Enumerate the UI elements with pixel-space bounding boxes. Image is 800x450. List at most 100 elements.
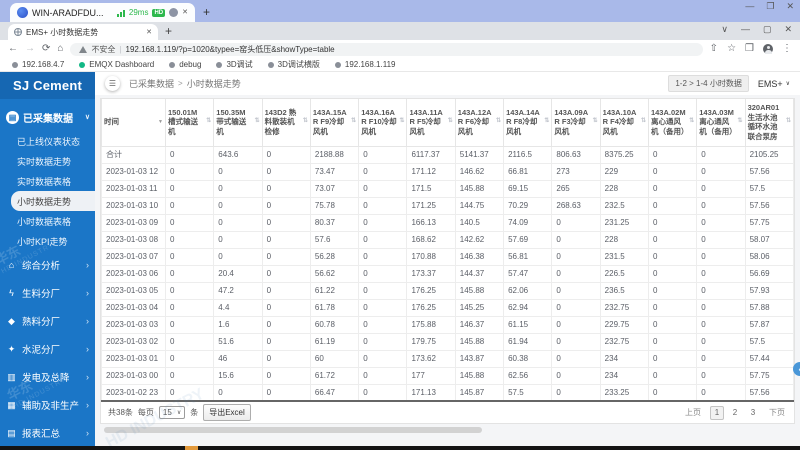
sort-icon[interactable]	[544, 118, 549, 126]
page-number-button[interactable]: 1	[710, 405, 724, 420]
sort-icon[interactable]	[689, 118, 694, 126]
sort-icon[interactable]	[255, 118, 260, 126]
browser-menu-icon[interactable]	[782, 44, 792, 54]
account-dropdown[interactable]: EMS+	[758, 79, 790, 89]
bookmark-item[interactable]: 192.168.1.119	[334, 60, 395, 69]
bookmark-item[interactable]: EMQX Dashboard	[79, 60, 154, 69]
column-header[interactable]: 143A.15AR F9冷却风机	[309, 99, 360, 147]
next-page-button[interactable]: 下页	[767, 407, 787, 418]
value-cell: 0	[261, 196, 311, 215]
value-cell: 0	[261, 366, 311, 385]
sidebar-subitem-item[interactable]: 小时KPI走势	[0, 231, 95, 251]
column-header-time[interactable]: 时间	[101, 99, 166, 147]
forward-icon[interactable]	[25, 44, 35, 54]
column-header[interactable]: 143A.16AR F10冷却风机	[358, 99, 408, 147]
column-header[interactable]: 150.01M 槽式输送机	[164, 99, 215, 147]
remote-new-tab-button[interactable]	[203, 6, 210, 18]
value-cell: 0	[358, 349, 408, 368]
sort-icon[interactable]	[303, 118, 308, 126]
browser-tab-close-icon[interactable]	[146, 29, 152, 36]
bookmark-item[interactable]: 3D调试横版	[267, 59, 320, 70]
breadcrumb-parent[interactable]: 已采集数据	[129, 77, 174, 90]
sidebar-subitem-item[interactable]: 实时数据走势	[0, 151, 95, 171]
sidebar-collapse-button[interactable]	[793, 362, 800, 376]
sidebar-section-item[interactable]: ▥ 发电及总降	[0, 363, 95, 391]
sort-icon[interactable]	[448, 118, 453, 126]
time-header-label: 时间	[104, 117, 119, 127]
sort-icon[interactable]	[593, 118, 598, 126]
window-minimize-button[interactable]	[741, 25, 750, 34]
column-header[interactable]: 143A.09AR F3冷却风机	[551, 99, 601, 147]
remote-restore-button[interactable]	[766, 2, 774, 11]
sidebar-subitem-item[interactable]: 小时数据表格	[0, 211, 95, 231]
value-cell: 0	[647, 383, 698, 402]
browser-new-tab-button[interactable]	[165, 25, 172, 37]
column-header[interactable]: 143A.12AR F6冷却风机	[454, 99, 505, 147]
value-cell: 145.25	[454, 298, 505, 317]
bookmark-item[interactable]: 192.168.4.7	[12, 60, 64, 69]
sidebar: SJ Cement 已采集数据 已上线仪表状态实时数据走势实时数据表格小时数据走…	[0, 72, 95, 446]
url-input[interactable]: 不安全 | 192.168.1.119/?p=1020&typee=窑头低压&s…	[70, 42, 703, 56]
column-header[interactable]: 143A.14AR F8冷却风机	[503, 99, 553, 147]
page-number-button[interactable]: 2	[728, 406, 742, 420]
share-icon[interactable]	[710, 44, 718, 54]
breadcrumb-separator: >	[178, 79, 183, 88]
side-panel-icon[interactable]	[745, 44, 754, 54]
sort-icon[interactable]	[786, 118, 791, 126]
sidebar-section-item[interactable]: ▤ 报表汇总	[0, 419, 95, 446]
sort-icon[interactable]	[738, 118, 743, 126]
column-header[interactable]: 143D2 熟料散装机检修	[261, 99, 311, 147]
column-header[interactable]: 143A.03M 离心通风机（备用）	[696, 99, 746, 147]
column-header[interactable]: 143A.11AR F5冷却风机	[406, 99, 456, 147]
export-excel-button[interactable]: 导出Excel	[203, 404, 251, 421]
column-header[interactable]: 143A.10AR F4冷却风机	[599, 99, 649, 147]
sort-icon[interactable]	[351, 118, 356, 126]
home-icon[interactable]	[57, 44, 63, 54]
value-cell: 177	[406, 366, 456, 385]
sidebar-section-label: 熟料分厂	[22, 317, 61, 328]
window-close-button[interactable]	[784, 25, 792, 34]
account-label: EMS+	[757, 78, 783, 89]
sidebar-section-item[interactable]: ▦ 辅助及非生产	[0, 391, 95, 419]
sidebar-section-item[interactable]: ✦ 水泥分厂	[0, 335, 95, 363]
value-cell: 146.37	[454, 315, 505, 334]
filter-caret-icon[interactable]	[158, 119, 163, 126]
column-header[interactable]: 143A.02M 离心通风机（备用）	[647, 99, 698, 147]
data-range-chip[interactable]: 1-2 > 1-4 小时数据	[668, 75, 749, 92]
sort-icon[interactable]	[399, 118, 404, 126]
value-cell: 0	[261, 332, 311, 351]
sidebar-subitem-item[interactable]: 已上线仪表状态	[0, 131, 95, 151]
remote-session-tab[interactable]: WIN-ARADFDU... 29ms HD	[10, 3, 195, 22]
value-cell: 57.6	[309, 230, 360, 249]
window-search-tabs-icon[interactable]	[721, 25, 728, 34]
sidebar-section-item[interactable]: ⌂ 综合分析	[0, 251, 95, 279]
remote-close-button[interactable]	[786, 2, 794, 11]
reload-icon[interactable]	[42, 44, 50, 54]
bookmark-item[interactable]: 3D调试	[216, 59, 253, 70]
profile-avatar[interactable]	[763, 44, 773, 54]
sort-icon[interactable]	[496, 118, 501, 126]
prev-page-button[interactable]: 上页	[683, 407, 703, 418]
page-size-select[interactable]: 15	[158, 406, 186, 419]
remote-tab-close-icon[interactable]	[182, 9, 188, 16]
value-cell: 146.62	[454, 162, 505, 181]
remote-minimize-button[interactable]	[745, 2, 754, 11]
browser-tab[interactable]: EMS+ 小时数据走势	[8, 24, 158, 40]
window-maximize-button[interactable]	[763, 25, 772, 34]
sort-icon[interactable]	[641, 118, 646, 126]
sidebar-subitem-item[interactable]: 实时数据表格	[0, 171, 95, 191]
bookmark-star-icon[interactable]	[727, 44, 736, 54]
back-icon[interactable]	[8, 44, 18, 54]
sidebar-group-collected-data[interactable]: 已采集数据	[0, 105, 95, 131]
page-number-button[interactable]: 3	[746, 406, 760, 420]
column-header[interactable]: 150.35M 带式输送机	[213, 99, 263, 147]
sidebar-section-item[interactable]: ϟ 生料分厂	[0, 279, 95, 307]
chevron-down-icon	[786, 81, 790, 87]
sort-icon[interactable]	[206, 118, 211, 126]
column-header[interactable]: 320AR01 生活水池循环水池联合泵房	[744, 99, 795, 147]
sidebar-subitem-active[interactable]: 小时数据走势	[11, 191, 95, 211]
hamburger-menu-button[interactable]	[105, 76, 120, 91]
horizontal-scrollbar-thumb[interactable]	[104, 427, 482, 433]
bookmark-item[interactable]: debug	[169, 60, 201, 69]
sidebar-section-item[interactable]: ◆ 熟料分厂	[0, 307, 95, 335]
